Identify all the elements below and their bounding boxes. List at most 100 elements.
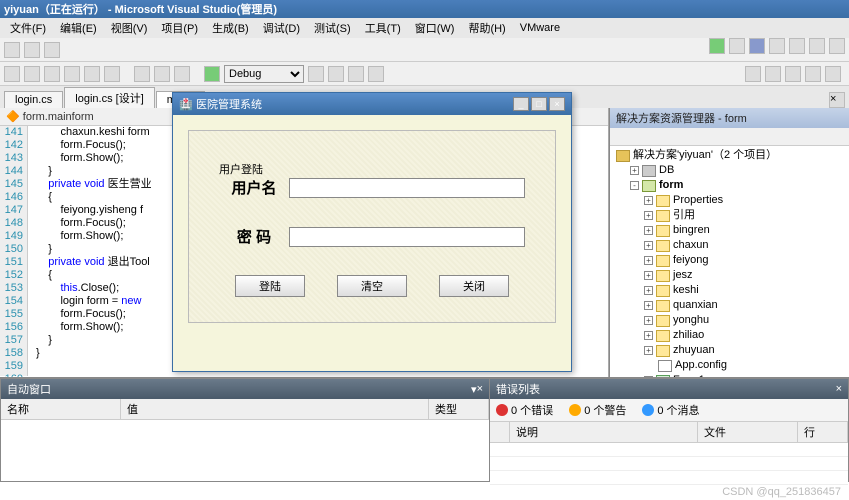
toolbar-button[interactable] [368, 66, 384, 82]
new-icon[interactable] [44, 66, 60, 82]
cut-icon[interactable] [134, 66, 150, 82]
sol-toolbar-inner [610, 128, 849, 146]
col-name[interactable]: 名称 [1, 399, 121, 419]
restart-icon[interactable] [769, 38, 785, 54]
step-icon[interactable] [809, 38, 825, 54]
col-value[interactable]: 值 [121, 399, 429, 419]
menu-edit[interactable]: 编辑(E) [54, 20, 103, 36]
clear-button[interactable]: 清空 [337, 275, 407, 297]
tree-item[interactable]: +yonghu [612, 313, 847, 328]
tree-item[interactable]: +zhuyuan [612, 343, 847, 358]
close-icon[interactable]: × [549, 97, 565, 111]
group-label: 用户登陆 [219, 164, 263, 176]
close-tab-icon[interactable]: × [829, 92, 845, 108]
dialog-title: 医院管理系统 [196, 96, 262, 112]
username-input[interactable] [289, 178, 525, 198]
errorlist-title: 错误列表 [496, 381, 540, 397]
autos-title: 自动窗口 [7, 381, 51, 397]
toolbar-button[interactable] [348, 66, 364, 82]
col-line[interactable]: 行 [798, 422, 848, 442]
toolbar-button[interactable] [24, 42, 40, 58]
error-icon [496, 404, 508, 416]
menu-debug[interactable]: 调试(D) [257, 20, 306, 36]
saveall-icon[interactable] [104, 66, 120, 82]
doc-tab[interactable]: login.cs [4, 91, 63, 108]
col-desc[interactable]: 说明 [510, 422, 698, 442]
password-label: 密 码 [219, 226, 289, 247]
nav-back-icon[interactable] [4, 66, 20, 82]
tree-item[interactable]: +jesz [612, 268, 847, 283]
menu-help[interactable]: 帮助(H) [462, 20, 511, 36]
start-icon[interactable] [204, 66, 220, 82]
toolbar-button[interactable] [308, 66, 324, 82]
menu-project[interactable]: 项目(P) [155, 20, 204, 36]
tree-item[interactable]: App.config [612, 358, 847, 373]
step-icon[interactable] [829, 38, 845, 54]
menu-file[interactable]: 文件(F) [4, 20, 52, 36]
close-button[interactable]: 关闭 [439, 275, 509, 297]
menu-window[interactable]: 窗口(W) [409, 20, 461, 36]
pause-icon[interactable] [729, 38, 745, 54]
tree-item[interactable]: +引用 [612, 208, 847, 223]
solution-title: 解决方案资源管理器 - form [610, 108, 849, 128]
col-icon[interactable] [490, 422, 510, 442]
tree-item[interactable]: +feiyong [612, 253, 847, 268]
tree-item[interactable]: -form [612, 178, 847, 193]
nav-fwd-icon[interactable] [24, 66, 40, 82]
username-label: 用户名 [219, 177, 289, 198]
menu-view[interactable]: 视图(V) [105, 20, 154, 36]
open-icon[interactable] [64, 66, 80, 82]
tree-item[interactable]: +Form1.cs [612, 373, 847, 377]
window-title: yiyuan（正在运行） - Microsoft Visual Studio(管… [4, 1, 277, 17]
sol-tb-icon[interactable] [825, 66, 841, 82]
password-input[interactable] [289, 227, 525, 247]
sol-tb-icon[interactable] [765, 66, 781, 82]
autos-grid[interactable] [1, 420, 489, 481]
close-icon[interactable]: × [477, 383, 483, 395]
window-title-bar: yiyuan（正在运行） - Microsoft Visual Studio(管… [0, 0, 849, 18]
tree-item[interactable]: +keshi [612, 283, 847, 298]
menu-bar: 文件(F) 编辑(E) 视图(V) 项目(P) 生成(B) 调试(D) 测试(S… [0, 18, 849, 38]
sol-tb-icon[interactable] [805, 66, 821, 82]
paste-icon[interactable] [174, 66, 190, 82]
tree-item[interactable]: +quanxian [612, 298, 847, 313]
sol-tb-icon[interactable] [785, 66, 801, 82]
sol-tb-icon[interactable] [745, 66, 761, 82]
toolbar-button[interactable] [4, 42, 20, 58]
toolbar-button[interactable] [328, 66, 344, 82]
col-type[interactable]: 类型 [429, 399, 489, 419]
config-select[interactable]: Debug [224, 65, 304, 83]
tree-item[interactable]: +zhiliao [612, 328, 847, 343]
messages-tab[interactable]: 0 个消息 [638, 401, 703, 419]
tree-item[interactable]: +bingren [612, 223, 847, 238]
close-icon[interactable]: × [836, 383, 842, 395]
menu-build[interactable]: 生成(B) [206, 20, 255, 36]
dialog-title-bar[interactable]: 🏥 医院管理系统 _ □ × [173, 93, 571, 115]
doc-tab[interactable]: login.cs [设计] [64, 87, 154, 108]
build-toolbar: Debug [0, 62, 849, 86]
info-icon [642, 404, 654, 416]
login-button[interactable]: 登陆 [235, 275, 305, 297]
maximize-icon[interactable]: □ [531, 97, 547, 111]
step-icon[interactable] [789, 38, 805, 54]
menu-tools[interactable]: 工具(T) [359, 20, 407, 36]
menu-vmware[interactable]: VMware [514, 22, 566, 34]
solution-tree[interactable]: 解决方案'yiyuan'（2 个项目）+DB-form+Properties+引… [610, 146, 849, 377]
copy-icon[interactable] [154, 66, 170, 82]
autos-window: 自动窗口 ▾ × 名称 值 类型 [0, 378, 490, 482]
tree-item[interactable]: +chaxun [612, 238, 847, 253]
warnings-tab[interactable]: 0 个警告 [565, 401, 630, 419]
tree-item[interactable]: +DB [612, 163, 847, 178]
save-icon[interactable] [84, 66, 100, 82]
toolbar-button[interactable] [44, 42, 60, 58]
line-gutter: 1411421431441451461471481491501511521531… [0, 126, 28, 376]
tree-item[interactable]: +Properties [612, 193, 847, 208]
menu-test[interactable]: 测试(S) [308, 20, 357, 36]
stop-icon[interactable] [749, 38, 765, 54]
errors-tab[interactable]: 0 个错误 [492, 401, 557, 419]
error-list-panel: 错误列表 × 0 个错误 0 个警告 0 个消息 说明 文件 行 [490, 378, 849, 482]
minimize-icon[interactable]: _ [513, 97, 529, 111]
continue-icon[interactable] [709, 38, 725, 54]
error-grid[interactable] [490, 443, 848, 485]
col-file[interactable]: 文件 [698, 422, 798, 442]
